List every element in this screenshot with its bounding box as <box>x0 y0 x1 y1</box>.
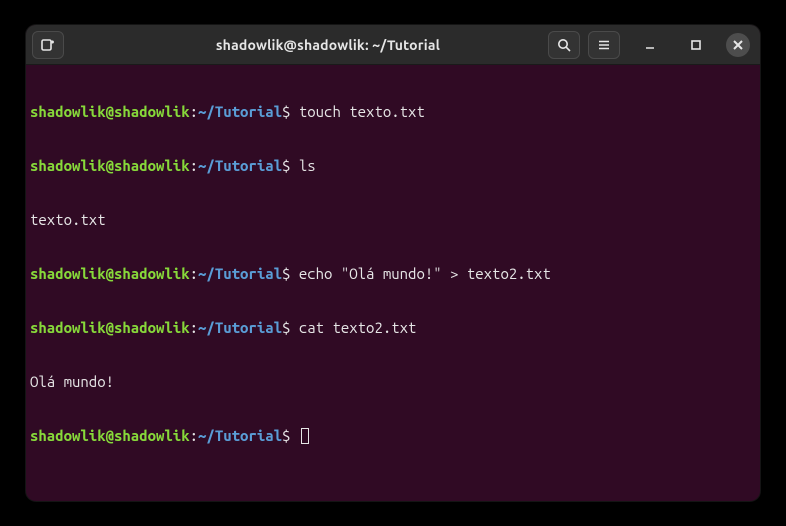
window-control-buttons <box>634 31 750 59</box>
terminal-window: shadowlik@shadowlik: ~/Tutorial <box>26 25 760 501</box>
window-title: shadowlik@shadowlik: ~/Tutorial <box>114 37 542 53</box>
terminal-line: shadowlik@shadowlik:~/Tutorial$ <box>30 427 756 445</box>
prompt-user-host: shadowlik@shadowlik <box>30 427 190 444</box>
minimize-icon <box>642 37 658 53</box>
prompt-path: ~/Tutorial <box>198 319 282 336</box>
prompt-user-host: shadowlik@shadowlik <box>30 319 190 336</box>
output-text: Olá mundo! <box>30 373 114 390</box>
search-icon <box>556 37 572 53</box>
prompt-user-host: shadowlik@shadowlik <box>30 103 190 120</box>
terminal-line: shadowlik@shadowlik:~/Tutorial$ ls <box>30 157 756 175</box>
close-button[interactable] <box>726 33 750 57</box>
close-icon <box>732 39 744 51</box>
terminal-line: texto.txt <box>30 211 756 229</box>
prompt-user-host: shadowlik@shadowlik <box>30 265 190 282</box>
terminal-line: Olá mundo! <box>30 373 756 391</box>
prompt-path: ~/Tutorial <box>198 265 282 282</box>
terminal-line: shadowlik@shadowlik:~/Tutorial$ touch te… <box>30 103 756 121</box>
cursor <box>301 428 309 444</box>
maximize-button[interactable] <box>680 31 712 59</box>
command-text: cat texto2.txt <box>290 319 416 336</box>
prompt-colon: : <box>190 427 198 444</box>
new-tab-icon <box>40 37 56 53</box>
prompt-user-host: shadowlik@shadowlik <box>30 157 190 174</box>
titlebar-right-controls <box>548 31 754 59</box>
output-text: texto.txt <box>30 211 106 228</box>
command-text: echo "Olá mundo!" > texto2.txt <box>290 265 550 282</box>
terminal-body[interactable]: shadowlik@shadowlik:~/Tutorial$ touch te… <box>26 65 760 501</box>
menu-button[interactable] <box>588 31 620 59</box>
new-tab-button[interactable] <box>32 31 64 59</box>
prompt-path: ~/Tutorial <box>198 157 282 174</box>
hamburger-menu-icon <box>596 37 612 53</box>
minimize-button[interactable] <box>634 31 666 59</box>
command-text <box>290 427 298 444</box>
prompt-path: ~/Tutorial <box>198 103 282 120</box>
prompt-colon: : <box>190 265 198 282</box>
terminal-line: shadowlik@shadowlik:~/Tutorial$ cat text… <box>30 319 756 337</box>
prompt-colon: : <box>190 157 198 174</box>
titlebar: shadowlik@shadowlik: ~/Tutorial <box>26 25 760 65</box>
prompt-colon: : <box>190 103 198 120</box>
search-button[interactable] <box>548 31 580 59</box>
command-text: touch texto.txt <box>290 103 424 120</box>
terminal-line: shadowlik@shadowlik:~/Tutorial$ echo "Ol… <box>30 265 756 283</box>
command-text: ls <box>290 157 315 174</box>
prompt-colon: : <box>190 319 198 336</box>
prompt-path: ~/Tutorial <box>198 427 282 444</box>
maximize-icon <box>688 37 704 53</box>
